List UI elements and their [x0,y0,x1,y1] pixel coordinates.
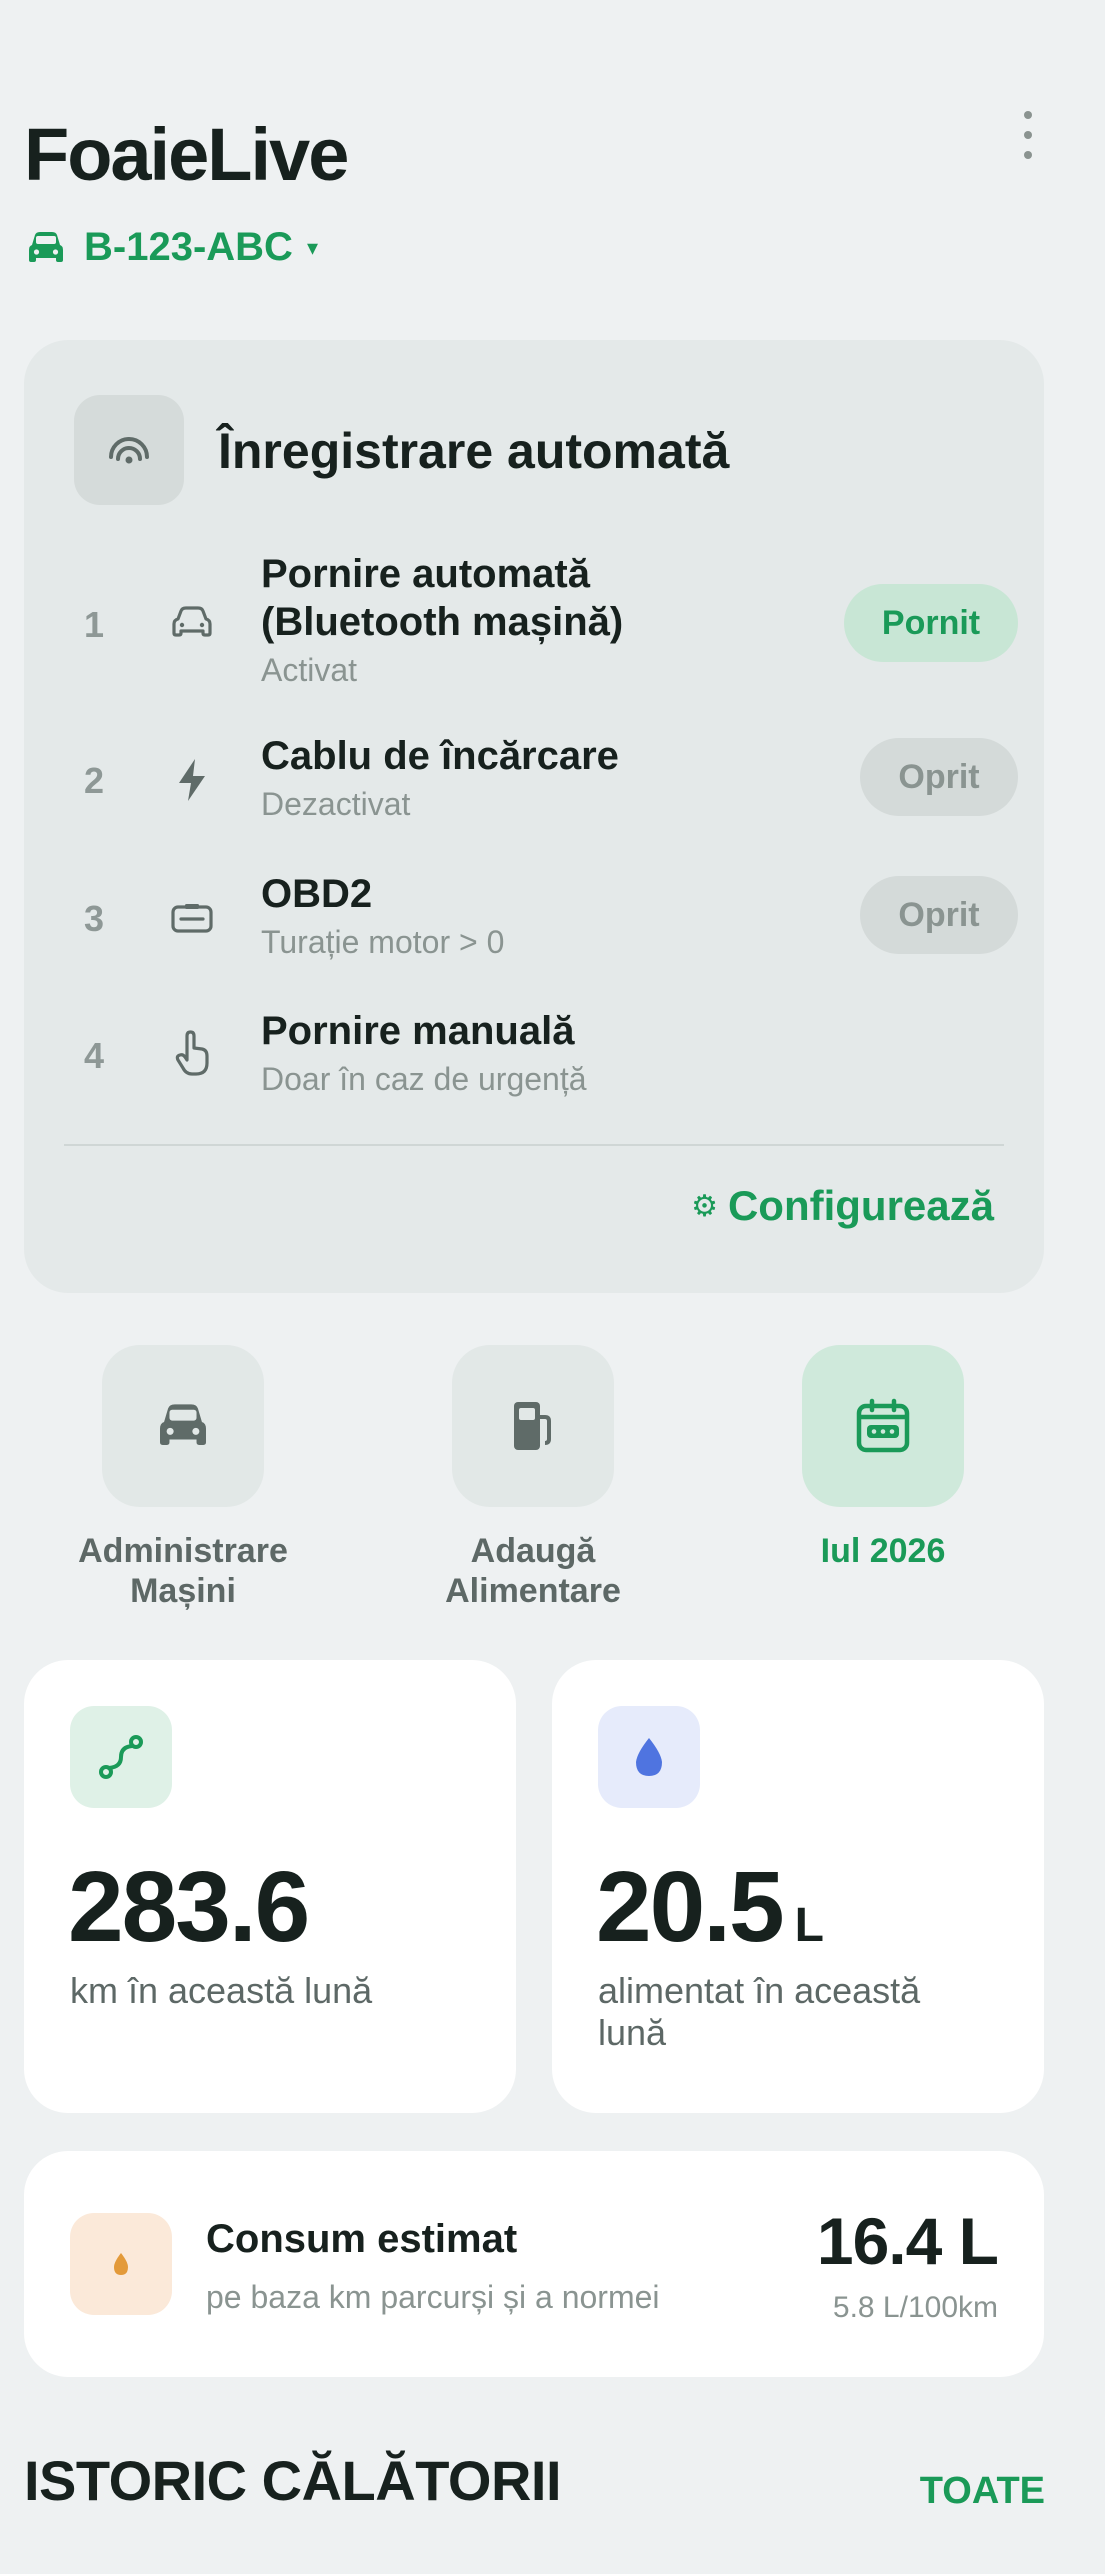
consumption-card: Consum estimat pe baza km parcurși și a … [24,2151,1044,2377]
distance-label: km în această lună [70,1970,373,2011]
qa-label: Iul 2026 [820,1532,946,1570]
row-title: Pornire automată [261,552,590,596]
route-icon [70,1706,172,1808]
fuel-label: alimentat în această [598,1970,921,2011]
qa-label: Adaugă Alimentare [445,1532,621,1610]
fuel-value: 20.5 [596,1851,785,1963]
auto-record-card: Înregistrare automată 1 Pornire automată… [24,340,1044,1293]
chevron-down-icon: ▾ [306,234,318,260]
divider [64,1144,1004,1146]
add-fuel-button[interactable]: Adaugă Alimentare [383,1345,683,1611]
manage-cars-button[interactable]: Administrare Mașini [33,1345,333,1611]
auto-row-obd2: 3 OBD2 Turație motor > 0 Oprit [74,870,1018,970]
auto-row-bluetooth: 1 Pornire automată (Bluetooth mașină) Ac… [74,550,1018,690]
toggle-obd2[interactable]: Oprit [860,876,1018,954]
consumption-rate: 5.8 L/100km [832,2291,998,2324]
auto-row-manual: 4 Pornire manuală Doar în caz de urgență [74,1007,1016,1107]
row-number: 3 [83,898,105,939]
row-status: Activat [261,652,358,688]
configure-label: Configurează [727,1182,994,1229]
car-icon [29,231,63,262]
calendar-icon [802,1345,964,1507]
row-number: 4 [83,1035,105,1076]
app-title: FoaieLive [24,113,349,196]
fuel-unit: L [794,1899,824,1952]
row-title: OBD2 [261,872,373,916]
qa-label-line2: Mașini [130,1572,236,1610]
configure-button[interactable]: ⚙ Configurează [691,1182,994,1230]
row-title: Pornire manuală [261,1009,575,1053]
gear-icon: ⚙ [691,1189,718,1223]
see-all-link[interactable]: TOATE [920,2470,1045,2513]
toggle-charging[interactable]: Oprit [860,738,1018,816]
auto-record-title: Înregistrare automată [218,423,730,479]
row-number: 2 [83,760,105,801]
auto-row-charging: 2 Cablu de încărcare Dezactivat Oprit [74,732,1018,832]
consumption-subtitle: pe baza km parcurși și a normei [206,2279,660,2315]
fuel-label-line2: lună [598,2012,667,2053]
fuel-pump-icon [452,1345,614,1507]
row-status: Dezactivat [261,786,411,822]
row-status: Turație motor > 0 [261,924,505,960]
toggle-bluetooth[interactable]: Pornit [844,584,1018,662]
row-number: 1 [83,604,105,645]
car-icon [102,1345,264,1507]
consumption-title: Consum estimat [206,2217,518,2261]
fuel-stat-card: 20.5 L alimentat în această lună [552,1660,1044,2113]
vehicle-selector[interactable]: B-123-ABC ▾ [28,225,318,270]
signal-arc-icon [74,395,184,505]
consumption-value: 16.4 L [816,2204,999,2278]
history-title: ISTORIC CĂLĂTORII [24,2449,562,2512]
small-drop-icon [70,2213,172,2315]
hand-pointer-icon [164,1025,220,1081]
more-options-icon[interactable] [1010,105,1046,165]
water-drop-icon [598,1706,700,1808]
distance-value: 283.6 [68,1851,310,1963]
distance-stat-card: 283.6 km în această lună [24,1660,516,2113]
obd-port-icon [164,890,220,946]
vehicle-plate: B-123-ABC [84,225,293,269]
row-status: Doar în caz de urgență [261,1061,587,1097]
row-title: Cablu de încărcare [261,734,619,778]
month-selector-button[interactable]: Iul 2026 [733,1345,1033,1571]
car-outline-icon [164,594,220,650]
bolt-icon [164,752,220,808]
qa-label: Administrare [78,1532,288,1570]
row-title-line2: (Bluetooth mașină) [261,600,624,644]
